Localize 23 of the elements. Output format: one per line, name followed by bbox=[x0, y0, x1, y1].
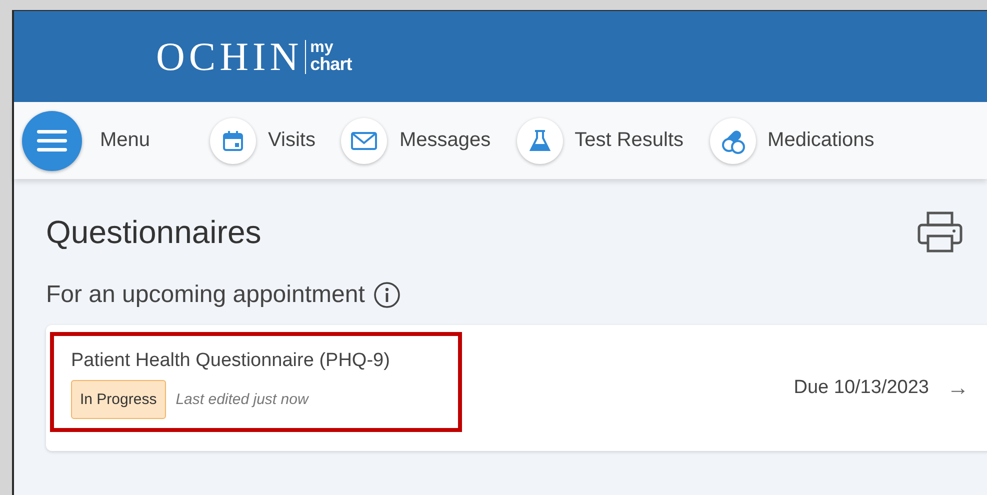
questionnaire-title: Patient Health Questionnaire (PHQ-9) bbox=[71, 350, 391, 372]
print-icon[interactable] bbox=[917, 211, 963, 253]
envelope-icon[interactable] bbox=[341, 118, 388, 164]
nav-link[interactable]: Medications bbox=[768, 129, 874, 152]
logo-subtitle: my bbox=[310, 41, 334, 56]
nav-link[interactable]: Messages bbox=[399, 129, 491, 152]
nav-link[interactable]: Visits bbox=[268, 129, 316, 152]
last-edited-text: Last edited just now bbox=[176, 390, 308, 408]
logo-subtitle: chart bbox=[310, 56, 352, 72]
nav-link[interactable]: Menu bbox=[100, 129, 150, 152]
info-icon[interactable] bbox=[372, 281, 401, 309]
arrow-icon[interactable]: → bbox=[947, 375, 969, 401]
logo-wordmark: OCHIN bbox=[156, 33, 303, 80]
page-title: Questionnaires bbox=[46, 214, 262, 250]
calendar-icon[interactable] bbox=[210, 118, 256, 164]
flask-icon[interactable] bbox=[516, 118, 563, 164]
section-heading: For an upcoming appointment bbox=[46, 281, 365, 309]
menu-icon[interactable] bbox=[22, 110, 82, 170]
nav-link[interactable]: Test Results bbox=[574, 129, 684, 152]
pills-icon[interactable] bbox=[710, 118, 756, 164]
due-date: Due 10/13/2023 bbox=[794, 377, 929, 399]
questionnaire-card[interactable]: Patient Health Questionnaire (PHQ-9) In Progress Last edited just now Due 10/13/2023 → bbox=[46, 325, 987, 451]
status-badge: In Progress bbox=[71, 380, 166, 418]
